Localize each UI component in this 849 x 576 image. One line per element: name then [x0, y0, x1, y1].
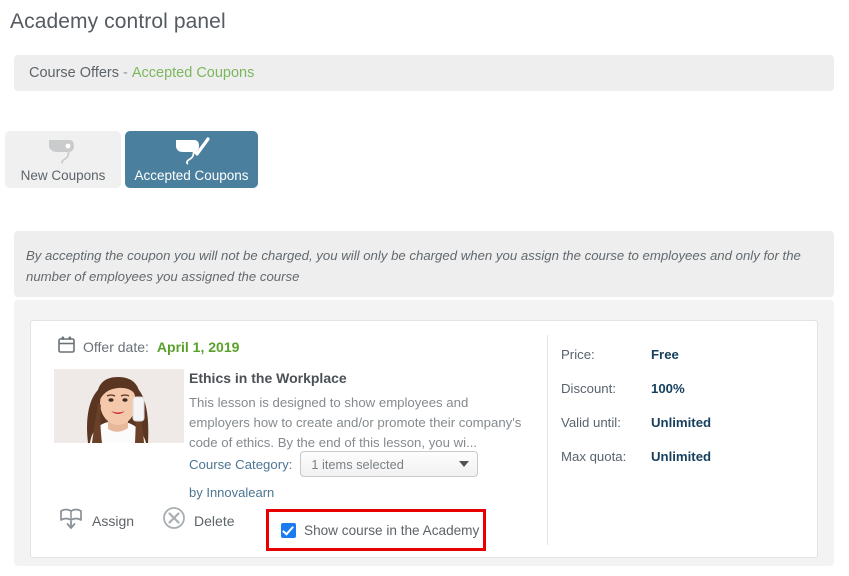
course-category-label: Course Category: — [189, 456, 293, 472]
coupon-tag-check-icon — [170, 135, 214, 172]
assign-label: Assign — [92, 512, 135, 529]
show-in-academy-label[interactable]: Show course in the Academy — [304, 523, 479, 538]
coupon-tag-icon — [43, 135, 83, 170]
detail-value-discount: 100% — [651, 381, 685, 396]
show-in-academy-checkbox[interactable] — [281, 522, 296, 538]
delete-label: Delete — [194, 512, 235, 529]
offer-date-value: April 1, 2019 — [156, 339, 240, 355]
detail-value-max-quota: Unlimited — [651, 449, 712, 464]
course-category-value: 1 items selected — [311, 456, 404, 472]
delete-button[interactable]: Delete — [162, 506, 235, 535]
detail-row-price: Price: Free — [561, 347, 711, 381]
circle-x-icon — [162, 506, 186, 535]
tab-new-coupons-label: New Coupons — [20, 167, 106, 183]
detail-row-discount: Discount: 100% — [561, 381, 711, 415]
course-category-select[interactable]: 1 items selected — [300, 451, 479, 477]
coupon-details: Price: Free Discount: 100% Valid until: … — [561, 347, 711, 483]
detail-key-discount: Discount: — [561, 381, 616, 396]
breadcrumb: Course Offers - Accepted Coupons — [14, 55, 834, 91]
coupon-tabs: New Coupons Accepted Coupons — [5, 131, 258, 188]
chevron-down-icon — [459, 461, 470, 467]
breadcrumb-separator: - — [123, 65, 128, 81]
course-thumbnail — [54, 369, 184, 443]
detail-key-valid-until: Valid until: — [561, 415, 621, 430]
charging-notice-text: By accepting the coupon you will not be … — [26, 248, 801, 284]
assign-button[interactable]: Assign — [58, 506, 134, 535]
charging-notice: By accepting the coupon you will not be … — [14, 231, 834, 297]
card-divider — [547, 335, 548, 545]
calendar-icon — [58, 336, 75, 358]
book-download-icon — [58, 506, 84, 535]
academy-control-panel-page: Academy control panel Course Offers - Ac… — [0, 0, 849, 576]
breadcrumb-item-accepted-coupons[interactable]: Accepted Coupons — [132, 65, 255, 81]
detail-key-max-quota: Max quota: — [561, 449, 627, 464]
course-description: This lesson is designed to show employee… — [189, 395, 522, 450]
course-title: Ethics in the Workplace — [189, 370, 347, 386]
page-title: Academy control panel — [10, 10, 226, 33]
tab-new-coupons[interactable]: New Coupons — [5, 131, 121, 188]
offer-date-label: Offer date: — [83, 339, 149, 355]
coupon-actions: Assign Delete Show course in the Academy — [58, 506, 486, 551]
show-in-academy-highlight: Show course in the Academy — [266, 509, 486, 551]
course-provider-link[interactable]: by Innovalearn — [189, 485, 274, 500]
detail-key-price: Price: — [561, 347, 595, 362]
detail-row-max-quota: Max quota: Unlimited — [561, 449, 711, 483]
coupon-card: Offer date: April 1, 2019 Ethics in the … — [30, 320, 818, 558]
course-category-row: Course Category: 1 items selected — [189, 451, 479, 477]
breadcrumb-item-course-offers[interactable]: Course Offers — [29, 65, 119, 81]
detail-value-valid-until: Unlimited — [651, 415, 712, 430]
detail-value-price: Free — [651, 347, 679, 362]
tab-accepted-coupons[interactable]: Accepted Coupons — [125, 131, 258, 188]
detail-row-valid-until: Valid until: Unlimited — [561, 415, 711, 449]
offer-date-row: Offer date: April 1, 2019 — [58, 336, 239, 358]
